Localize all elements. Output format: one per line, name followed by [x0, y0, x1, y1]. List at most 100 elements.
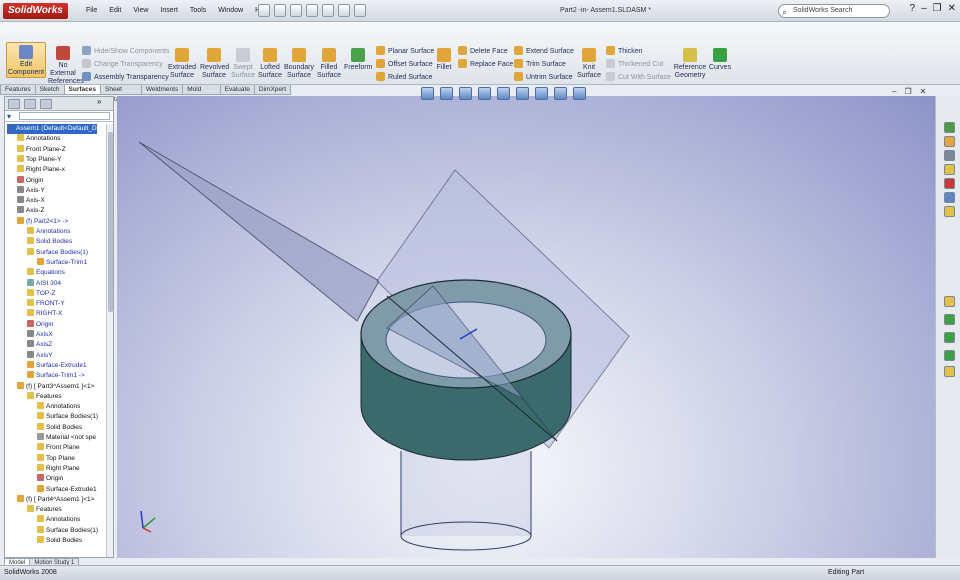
tree-item[interactable]: Annotations — [27, 227, 70, 237]
configuration-manager-tab-icon[interactable] — [40, 99, 52, 109]
close-button[interactable]: ✕ — [948, 3, 956, 14]
tree-item[interactable]: TOP-Z — [27, 288, 55, 299]
custom-properties-icon[interactable] — [944, 206, 955, 217]
design-library-icon[interactable] — [944, 136, 955, 147]
fillet-button[interactable]: Fillet — [434, 48, 454, 72]
cut-with-surface-button[interactable]: Cut With Surface — [606, 72, 671, 82]
tree-item[interactable]: Surface-Extrude1 — [27, 360, 87, 371]
freeform-button[interactable]: Freeform — [344, 48, 372, 72]
tree-item[interactable]: Top Plane — [37, 453, 75, 464]
appearance-icon[interactable] — [554, 87, 567, 100]
swept-surface-button[interactable]: Swept Surface — [230, 48, 256, 80]
thickened-cut-button[interactable]: Thickened Cut — [606, 59, 663, 69]
tree-item[interactable]: Annotations — [37, 402, 80, 412]
knit-surface-button[interactable]: Knit Surface — [576, 48, 602, 80]
tab-surfaces[interactable]: Surfaces — [63, 85, 101, 95]
offset-surface-button[interactable]: Offset Surface — [376, 59, 433, 69]
untrim-surface-button[interactable]: Untrim Surface — [514, 72, 573, 82]
tree-item[interactable]: Surface-Trim1 — [37, 257, 87, 268]
expand-panel-icon[interactable]: » — [97, 97, 109, 107]
tab-mold-tools[interactable]: Mold Tools — [182, 85, 221, 103]
assembly-transparency-button[interactable]: Assembly Transparency — [82, 72, 169, 82]
tree-item[interactable]: AxisY — [27, 350, 53, 361]
rebuild-icon[interactable] — [338, 4, 350, 17]
reference-geometry-button[interactable]: Reference Geometry — [672, 48, 708, 80]
no-external-references-button[interactable]: No External References — [48, 46, 84, 86]
menu-window[interactable]: Window — [212, 0, 249, 22]
axis-tool-icon[interactable] — [944, 332, 955, 343]
model-view[interactable] — [117, 96, 935, 558]
tree-item[interactable]: Front Plane — [37, 443, 80, 453]
tree-item[interactable]: Surface-Extrude1 — [37, 484, 97, 495]
thicken-button[interactable]: Thicken — [606, 46, 643, 56]
tree-item[interactable]: Front Plane-Z — [17, 144, 66, 155]
search-input[interactable]: ⌕ SolidWorks Search — [778, 4, 890, 18]
tree-item[interactable]: Right Plane-x — [17, 165, 65, 175]
tree-item[interactable]: Origin — [37, 474, 63, 484]
tree-item[interactable]: Origin — [27, 319, 53, 330]
menu-tools[interactable]: Tools — [184, 0, 212, 22]
lower-cylinder-body[interactable] — [401, 451, 531, 536]
extend-surface-button[interactable]: Extend Surface — [514, 46, 574, 56]
appearances-icon[interactable] — [944, 192, 955, 203]
tab-features[interactable]: Features — [0, 85, 36, 95]
tree-item[interactable]: (f) [ Part3^Assem1 ]<1> — [17, 381, 94, 392]
viewport-minimize-button[interactable]: – — [892, 87, 896, 96]
tab-sketch[interactable]: Sketch — [34, 85, 65, 95]
boundary-surface-button[interactable]: Boundary Surface — [284, 48, 314, 80]
ruled-surface-button[interactable]: Ruled Surface — [376, 72, 432, 82]
menu-insert[interactable]: Insert — [154, 0, 184, 22]
search-results-icon[interactable] — [944, 164, 955, 175]
options-icon[interactable] — [354, 4, 366, 17]
delete-face-button[interactable]: Delete Face — [458, 46, 508, 56]
view-settings-icon[interactable] — [573, 87, 586, 100]
tree-item[interactable]: Axis-X — [17, 196, 45, 206]
tree-item[interactable]: RIGHT-X — [27, 309, 62, 319]
zoom-to-fit-icon[interactable] — [421, 87, 434, 100]
tree-item[interactable]: Solid Bodies — [37, 422, 82, 433]
restore-button[interactable]: ❐ — [933, 3, 942, 14]
print-icon[interactable] — [290, 4, 302, 17]
minimize-button[interactable]: – — [921, 3, 927, 14]
new-document-icon[interactable] — [258, 4, 270, 17]
change-transparency-button[interactable]: Change Transparency — [82, 59, 163, 69]
tree-item[interactable]: Features — [27, 391, 62, 402]
zoom-to-area-icon[interactable] — [440, 87, 453, 100]
trim-surface-button[interactable]: Trim Surface — [514, 59, 566, 69]
app-logo[interactable]: SolidWorks — [3, 3, 68, 19]
pushpin-icon[interactable] — [944, 296, 955, 307]
undo-icon[interactable] — [322, 4, 334, 17]
property-manager-tab-icon[interactable] — [24, 99, 36, 109]
extruded-surface-button[interactable]: Extruded Surface — [168, 48, 196, 80]
tree-item[interactable]: Equations — [27, 268, 65, 278]
view-palette-icon[interactable] — [944, 178, 955, 189]
edit-component-button[interactable]: Edit Component — [6, 42, 46, 78]
tree-item[interactable]: Annotations — [17, 134, 60, 144]
scrollbar-thumb[interactable] — [108, 132, 113, 312]
point-tool-icon[interactable] — [944, 350, 955, 361]
replace-face-button[interactable]: Replace Face — [458, 59, 513, 69]
menu-edit[interactable]: Edit — [103, 0, 127, 22]
tree-item[interactable]: Solid Bodies — [27, 237, 72, 247]
hide-show-items-icon[interactable] — [535, 87, 548, 100]
lofted-surface-button[interactable]: Lofted Surface — [257, 48, 283, 80]
tree-item[interactable]: Surface-Trim1 -> — [27, 371, 85, 381]
line-tool-icon[interactable] — [944, 314, 955, 325]
tree-item[interactable]: Surface Bodies(1) — [37, 525, 98, 536]
tree-item[interactable]: Top Plane-Y — [17, 154, 61, 165]
filter-input[interactable] — [19, 112, 110, 120]
tree-item[interactable]: Origin — [17, 175, 43, 186]
tree-scrollbar[interactable] — [106, 124, 113, 557]
revolved-surface-button[interactable]: Revolved Surface — [200, 48, 229, 80]
tab-weldments[interactable]: Weldments — [140, 85, 184, 95]
curves-button[interactable]: Curves — [708, 48, 732, 72]
tree-item[interactable]: Axis-Z — [17, 206, 44, 216]
planar-surface-button[interactable]: Planar Surface — [376, 46, 434, 56]
tree-item[interactable]: FRONT-Y — [27, 299, 65, 309]
file-explorer-icon[interactable] — [944, 150, 955, 161]
tree-item[interactable]: (f) [ Part4^Assem1 ]<1> — [17, 494, 94, 505]
tree-item[interactable]: (f) Part2<1> -> — [17, 216, 68, 227]
tree-item[interactable]: Material <not spe — [37, 433, 96, 443]
feature-tree-tab-icon[interactable] — [8, 99, 20, 109]
menu-file[interactable]: File — [80, 0, 103, 22]
